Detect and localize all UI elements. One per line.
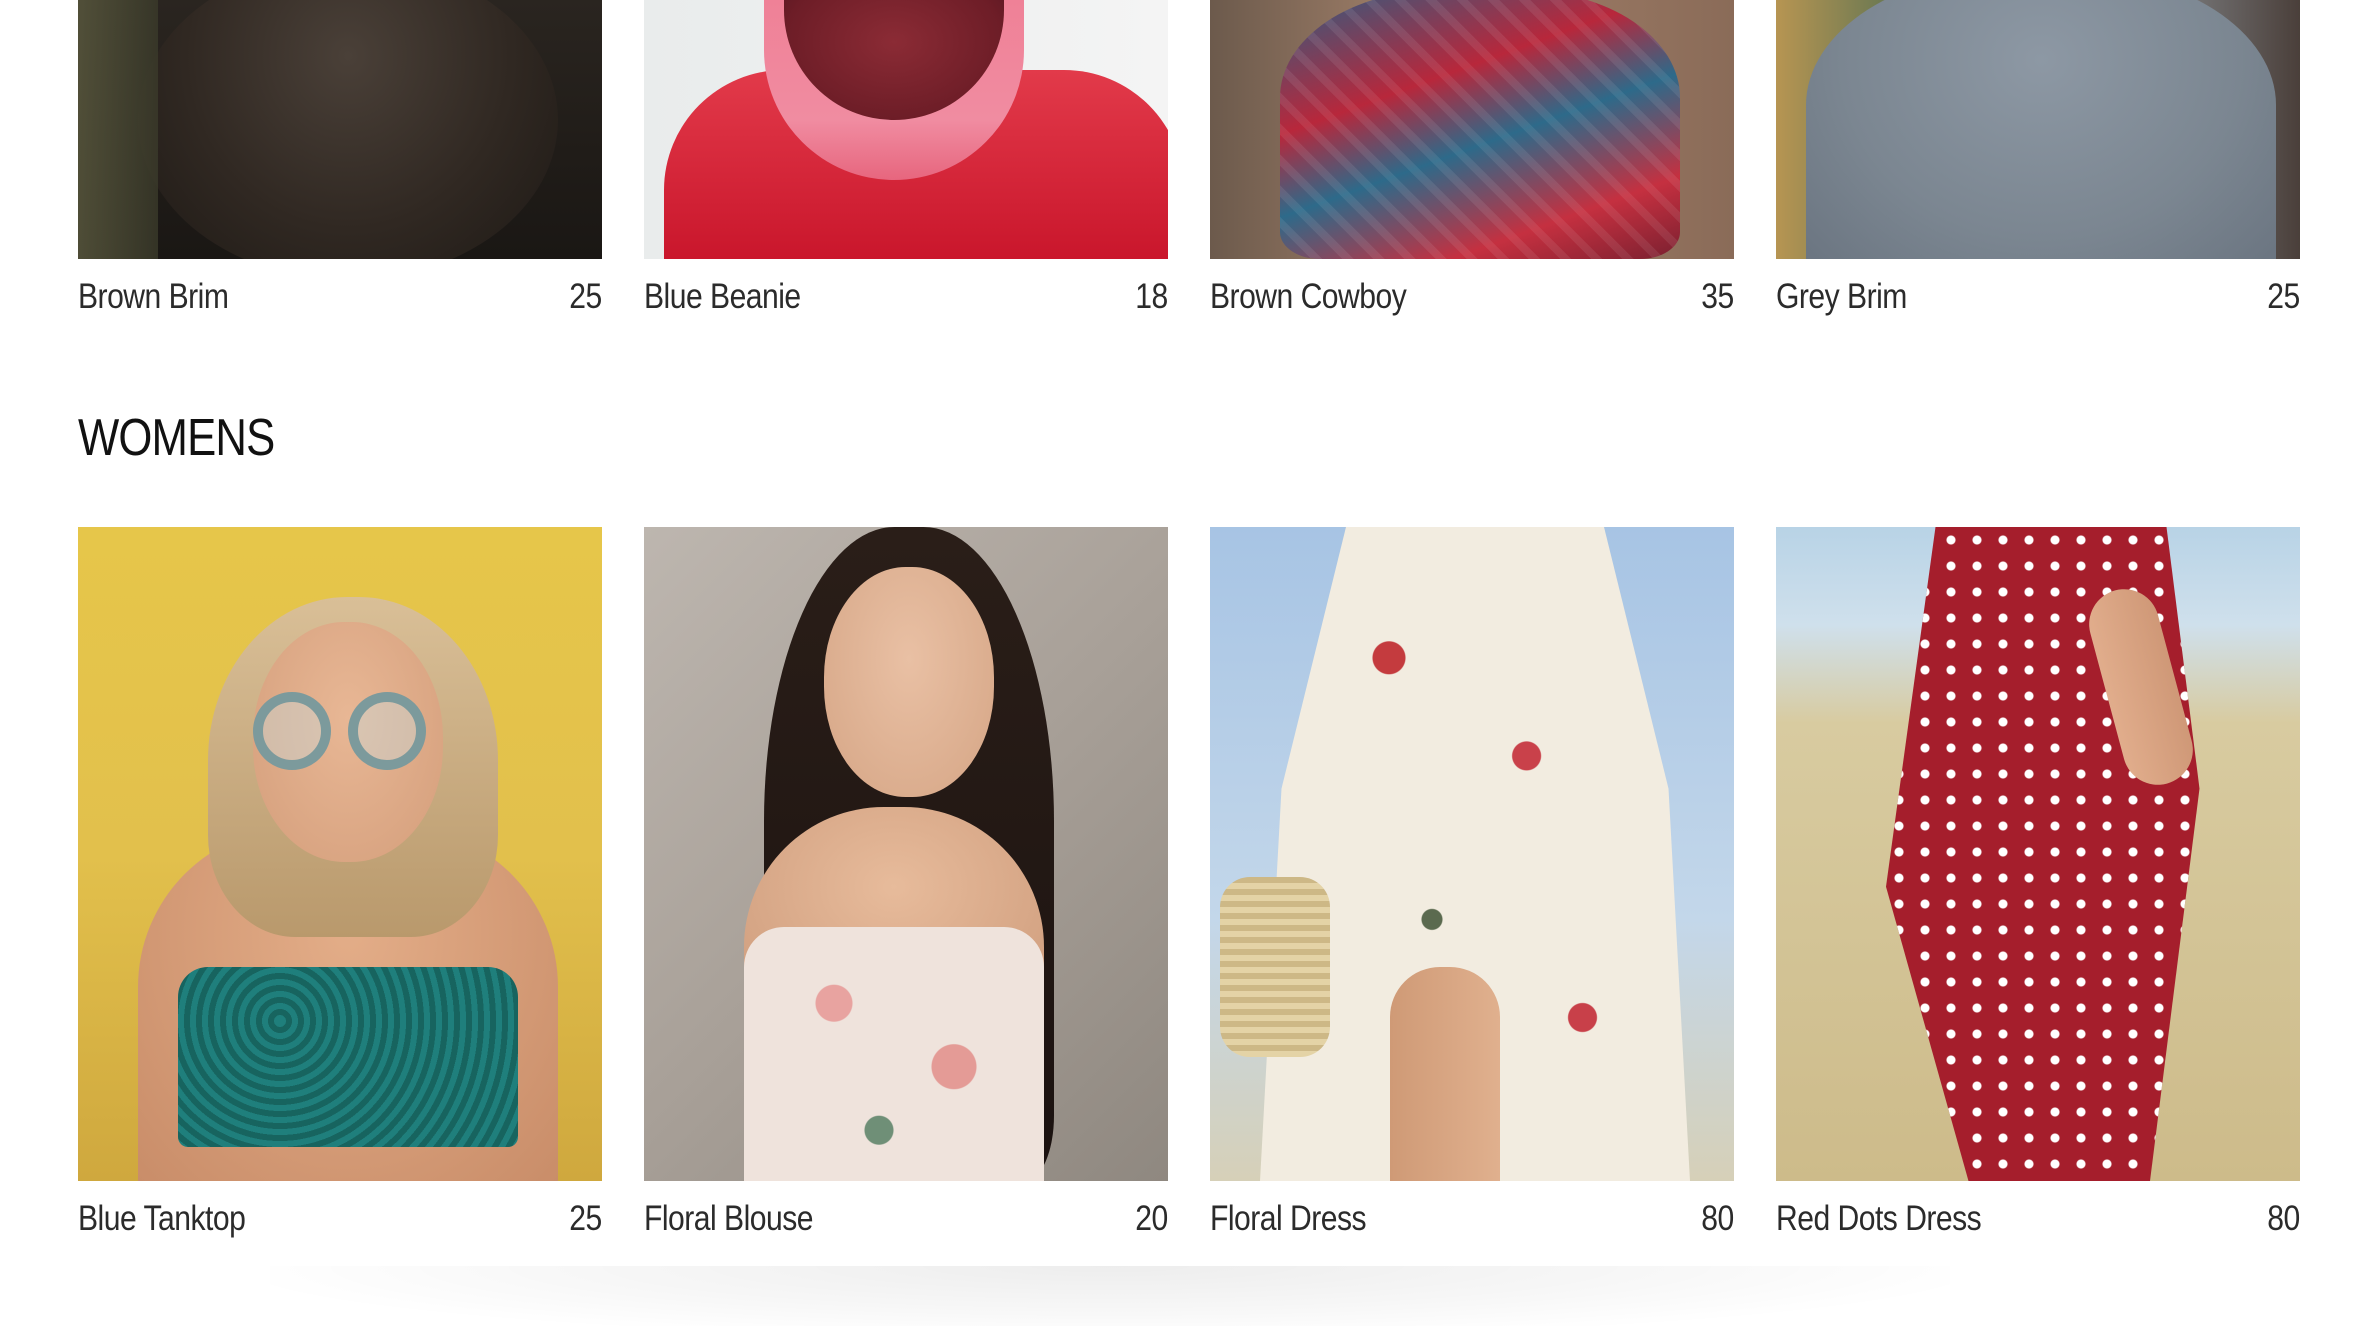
product-card[interactable]: Red Dots Dress 80 [1776, 527, 2300, 1253]
product-card[interactable]: Floral Dress 80 [1210, 527, 1734, 1253]
section-womens-items: Blue Tanktop 25 Floral Blouse 20 Floral … [78, 527, 2301, 1253]
product-card[interactable]: Blue Tanktop 25 [78, 527, 602, 1253]
product-card[interactable]: Brown Cowboy 35 [1210, 0, 1734, 331]
product-card[interactable]: Floral Blouse 20 [644, 527, 1168, 1253]
product-name: Blue Tanktop [78, 1199, 246, 1238]
product-name: Brown Brim [78, 277, 229, 316]
product-image[interactable] [1210, 527, 1734, 1181]
shop-page: Brown Brim 25 Blue Beanie 18 Brown Cowbo… [0, 0, 2378, 1326]
section-title-womens[interactable]: WOMENS [78, 408, 275, 468]
bottom-shadow [270, 1266, 1950, 1326]
product-image[interactable] [1776, 527, 2300, 1181]
product-image[interactable] [78, 527, 602, 1181]
product-name: Grey Brim [1776, 277, 1907, 316]
section-hats-items: Brown Brim 25 Blue Beanie 18 Brown Cowbo… [78, 0, 2301, 331]
product-price: 18 [1135, 277, 1168, 316]
product-image[interactable] [644, 0, 1168, 259]
product-name: Red Dots Dress [1776, 1199, 1982, 1238]
product-image[interactable] [78, 0, 602, 259]
product-price: 80 [1701, 1199, 1734, 1238]
product-name: Floral Blouse [644, 1199, 813, 1238]
product-name: Floral Dress [1210, 1199, 1367, 1238]
product-price: 25 [569, 1199, 602, 1238]
product-price: 80 [2267, 1199, 2300, 1238]
product-name: Blue Beanie [644, 277, 801, 316]
product-price: 35 [1701, 277, 1734, 316]
product-card[interactable]: Grey Brim 25 [1776, 0, 2300, 331]
product-image[interactable] [1776, 0, 2300, 259]
product-card[interactable]: Blue Beanie 18 [644, 0, 1168, 331]
product-name: Brown Cowboy [1210, 277, 1407, 316]
product-price: 20 [1135, 1199, 1168, 1238]
product-price: 25 [569, 277, 602, 316]
product-image[interactable] [1210, 0, 1734, 259]
product-image[interactable] [644, 527, 1168, 1181]
product-price: 25 [2267, 277, 2300, 316]
product-card[interactable]: Brown Brim 25 [78, 0, 602, 331]
